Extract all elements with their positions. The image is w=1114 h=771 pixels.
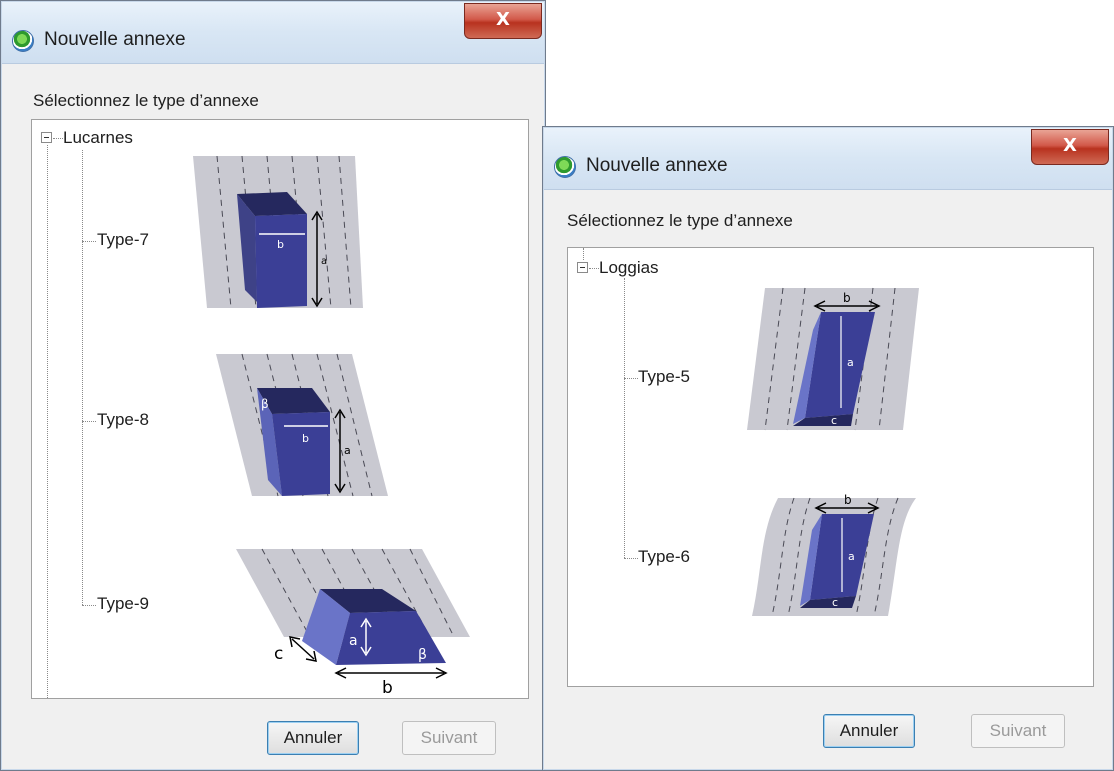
type-6-diagram[interactable]: b a c [748, 492, 928, 622]
dialog-nouvelle-annexe-loggias: Nouvelle annexe X Sélectionnez le type d… [542, 126, 1114, 771]
dim-c-label: c [274, 644, 283, 664]
type-8-diagram[interactable]: β b a [212, 350, 392, 500]
dim-a-label: a [349, 633, 358, 649]
tree-item-type-7[interactable]: Type-7 [97, 230, 149, 250]
title-bar: Nouvelle annexe X [2, 2, 544, 64]
dim-a-label: a [848, 550, 855, 563]
dialog-title: Nouvelle annexe [44, 29, 186, 50]
close-button[interactable]: X [1031, 129, 1109, 165]
dim-c-label: c [832, 596, 838, 609]
tree-item-type-6[interactable]: Type-6 [638, 547, 690, 567]
dialog-nouvelle-annexe-lucarnes: Nouvelle annexe X Sélectionnez le type d… [0, 0, 546, 771]
annex-type-tree[interactable]: Lucarnes Type-7 b a Type-8 β b a Type-9 … [31, 119, 529, 699]
tree-item-type-8[interactable]: Type-8 [97, 410, 149, 430]
select-type-prompt: Sélectionnez le type d’annexe [567, 211, 793, 230]
dim-a-label: a [847, 356, 854, 369]
tree-node-lucarnes[interactable]: Lucarnes [63, 128, 133, 148]
dim-beta-label: β [261, 397, 269, 411]
type-5-diagram[interactable]: b a c [743, 284, 923, 434]
close-button[interactable]: X [464, 3, 542, 39]
collapse-icon[interactable] [41, 132, 52, 143]
dim-b-label: b [302, 432, 309, 445]
select-type-prompt: Sélectionnez le type d’annexe [33, 91, 259, 110]
app-icon [554, 156, 576, 178]
type-9-diagram[interactable]: a β c b [232, 545, 492, 695]
title-bar: Nouvelle annexe X [544, 128, 1112, 190]
dim-b-label: b [277, 238, 284, 251]
dim-c-label: c [831, 414, 837, 427]
dim-b-label: b [843, 291, 851, 305]
tree-node-loggias[interactable]: Loggias [599, 258, 659, 278]
annex-type-tree[interactable]: Loggias Type-5 b a c Type-6 b a c [567, 247, 1094, 687]
dim-b-label: b [844, 493, 852, 507]
cancel-button[interactable]: Annuler [823, 714, 915, 748]
dim-b-label: b [382, 678, 393, 695]
dialog-title: Nouvelle annexe [586, 155, 728, 176]
dim-a-label: a [344, 444, 351, 457]
dim-beta-label: β [418, 647, 427, 663]
app-icon [12, 30, 34, 52]
tree-item-type-9[interactable]: Type-9 [97, 594, 149, 614]
cancel-button[interactable]: Annuler [267, 721, 359, 755]
tree-item-type-5[interactable]: Type-5 [638, 367, 690, 387]
dim-a-label: a [321, 256, 327, 267]
collapse-icon[interactable] [577, 262, 588, 273]
next-button[interactable]: Suivant [971, 714, 1065, 748]
type-7-diagram[interactable]: b a [187, 152, 377, 312]
next-button[interactable]: Suivant [402, 721, 496, 755]
